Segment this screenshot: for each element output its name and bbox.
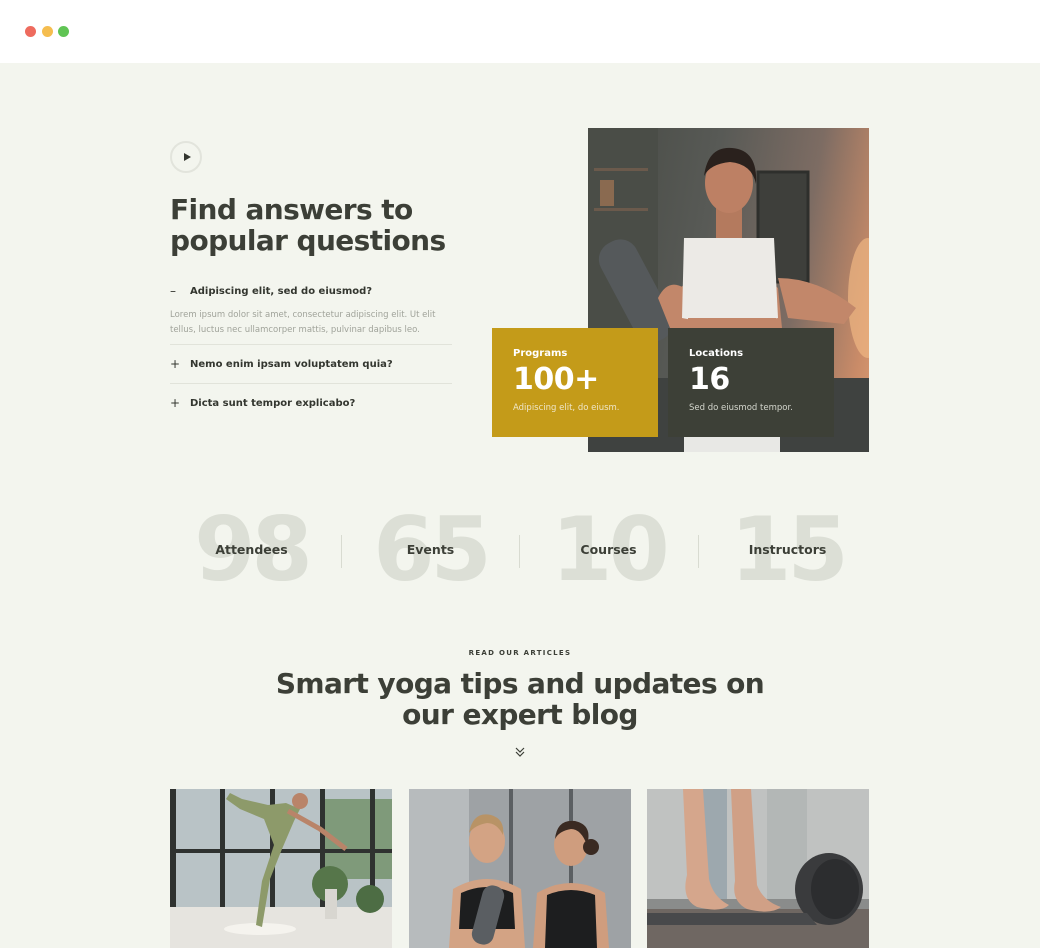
- stat-description: Sed do eiusmod tempor.: [689, 403, 793, 413]
- chevron-double-down-icon[interactable]: [514, 745, 526, 759]
- blog-post-image-1[interactable]: [170, 789, 392, 948]
- blog-title: Smart yoga tips and updates on our exper…: [275, 667, 765, 731]
- faq-answer-1: Lorem ipsum dolor sit amet, consectetur …: [170, 310, 436, 335]
- counter-label: Attendees: [215, 542, 288, 557]
- play-icon: [184, 153, 191, 161]
- maximize-window-dot[interactable]: [58, 26, 69, 37]
- blog-eyebrow: READ OUR ARTICLES: [468, 649, 572, 657]
- programs-stat-card: Programs 100+ Adipiscing elit, do eiusm.: [492, 328, 658, 437]
- faq-item-2[interactable]: + Nemo enim ipsam voluptatem quia?: [170, 357, 452, 371]
- stat-label: Locations: [689, 348, 744, 359]
- blog-post-image-3[interactable]: [647, 789, 869, 948]
- faq-question-2[interactable]: + Nemo enim ipsam voluptatem quia?: [170, 357, 452, 371]
- counter-instructors: 15 Instructors: [698, 500, 877, 600]
- stat-value: 100+: [513, 362, 599, 397]
- faq-question-1[interactable]: – Adipiscing elit, sed do eiusmod?: [170, 284, 452, 298]
- faq-question-text: Nemo enim ipsam voluptatem quia?: [190, 358, 393, 370]
- faq-item-1[interactable]: – Adipiscing elit, sed do eiusmod? Lorem…: [170, 284, 452, 338]
- play-video-button[interactable]: [170, 141, 202, 173]
- counter-label: Events: [406, 542, 455, 557]
- counter-label: Courses: [580, 542, 637, 557]
- counter-attendees: 98 Attendees: [162, 500, 341, 600]
- minus-icon: –: [170, 284, 176, 298]
- faq-title: Find answers to popular questions: [170, 193, 446, 257]
- faq-question-3[interactable]: + Dicta sunt tempor explicabo?: [170, 396, 452, 410]
- counter-courses: 10 Courses: [519, 500, 698, 600]
- window-titlebar: [0, 0, 1040, 63]
- faq-divider: [170, 383, 452, 384]
- plus-icon: +: [170, 396, 181, 410]
- faq-question-text: Adipiscing elit, sed do eiusmod?: [190, 285, 373, 297]
- locations-stat-card: Locations 16 Sed do eiusmod tempor.: [668, 328, 834, 437]
- blog-post-image-2[interactable]: [409, 789, 631, 948]
- faq-item-3[interactable]: + Dicta sunt tempor explicabo?: [170, 396, 452, 410]
- stat-description: Adipiscing elit, do eiusm.: [513, 403, 620, 413]
- counter-events: 65 Events: [341, 500, 520, 600]
- stat-label: Programs: [513, 348, 568, 359]
- stat-value: 16: [689, 362, 730, 397]
- close-window-dot[interactable]: [25, 26, 36, 37]
- faq-question-text: Dicta sunt tempor explicabo?: [190, 397, 356, 409]
- faq-divider: [170, 344, 452, 345]
- counter-label: Instructors: [748, 542, 827, 557]
- minimize-window-dot[interactable]: [42, 26, 53, 37]
- plus-icon: +: [170, 357, 181, 371]
